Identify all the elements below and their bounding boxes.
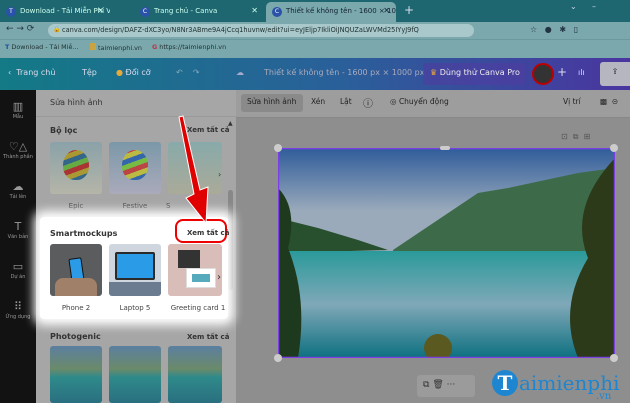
see-all-smartmockups[interactable]: Xem tất cả: [187, 229, 229, 237]
bookmark-download[interactable]: T Download - Tải Miễ...: [5, 43, 78, 51]
tab-favicon: C: [272, 7, 282, 17]
rail-elements[interactable]: ♡△ Thành phần: [0, 140, 36, 160]
minimize-button[interactable]: ⌄ –: [570, 2, 596, 11]
info-icon[interactable]: ⓘ: [363, 95, 373, 110]
section-photogenic: Photogenic: [50, 332, 101, 341]
tab-favicon: C: [140, 7, 150, 17]
resize-handle[interactable]: [440, 146, 450, 150]
canvas-image-lake[interactable]: [278, 148, 615, 358]
left-rail: ▥ Mẫu ♡△ Thành phần ☁ Tải lên T Văn bản ▭ Dự …: [0, 90, 36, 403]
rail-text[interactable]: T Văn bản: [0, 220, 36, 240]
photogenic-thumb[interactable]: [109, 346, 161, 403]
analytics-icon[interactable]: ılı: [578, 68, 585, 77]
edit-image-label: Sửa hình ảnh: [247, 97, 297, 106]
tab-canva-home[interactable]: C Trang chủ - Canva ✕: [134, 2, 264, 22]
upload-icon: ☁: [12, 180, 24, 193]
browser-extensions[interactable]: ☆ ● ✱ ▯: [530, 25, 578, 34]
element-actions[interactable]: ⧉ 🗑 ···: [417, 375, 475, 397]
filter-label: Epic: [68, 202, 84, 210]
tab-bar: TDownload - Tải Miễn Phí VN - Ph✕ CTrang…: [0, 0, 630, 22]
flip-button[interactable]: Lật: [340, 97, 352, 106]
mockup-label: Laptop 5: [119, 304, 151, 312]
resize-handle[interactable]: [610, 144, 618, 152]
mockup-laptop-5[interactable]: [109, 244, 161, 296]
url-field[interactable]: 🔒 canva.com/design/DAFZ-dXC3yo/N8Nr3ABme9…: [48, 24, 474, 37]
file-menu[interactable]: Tệp: [82, 68, 97, 77]
bookmark-taimienphi[interactable]: taimienphi.vn: [90, 43, 142, 52]
trash-icon: 🗑: [432, 380, 444, 390]
resize-handle[interactable]: [610, 354, 618, 362]
red-arrow-annotation: [178, 115, 209, 225]
lock-icon: 🔒: [53, 26, 61, 33]
tab-favicon: T: [6, 7, 16, 17]
mockup-phone-2[interactable]: [50, 244, 102, 296]
apps-icon: ⠿: [13, 300, 23, 313]
chevron-right-icon[interactable]: ›: [217, 272, 221, 283]
rail-projects[interactable]: ▭ Dự án: [0, 260, 36, 280]
panel-title: Sửa hình ảnh: [50, 98, 103, 107]
rail-apps[interactable]: ⠿ Ứng dụng: [0, 300, 36, 320]
watermark-logo: T aimienphi .vn: [492, 368, 627, 402]
filter-festive-thumb[interactable]: [109, 142, 161, 194]
chevron-right-icon[interactable]: ›: [218, 170, 221, 179]
close-icon[interactable]: ✕: [97, 6, 104, 15]
see-all-photogenic[interactable]: Xem tất cả: [187, 333, 229, 341]
close-icon[interactable]: ✕: [251, 6, 258, 15]
avatar[interactable]: [532, 63, 554, 85]
bookmark-https[interactable]: G https://taimienphi.vn: [152, 43, 226, 51]
photogenic-thumb[interactable]: [50, 346, 102, 403]
home-button[interactable]: ‹ Trang chủ: [8, 68, 55, 77]
scrollbar[interactable]: [228, 190, 233, 290]
design-title[interactable]: Thiết kế không tên - 1600 px × 1000 px: [264, 68, 425, 77]
filter-label: Festive: [122, 202, 148, 210]
rail-uploads[interactable]: ☁ Tải lên: [0, 180, 36, 200]
cloud-save-icon: ☁: [236, 68, 244, 77]
transparency-icon[interactable]: ▩ ⊝: [600, 97, 618, 106]
close-icon[interactable]: ✕: [383, 6, 390, 15]
rail-templates[interactable]: ▥ Mẫu: [0, 100, 36, 120]
share-button[interactable]: ⇪: [600, 62, 630, 86]
new-tab-button[interactable]: +: [404, 3, 414, 17]
mockup-label: Greeting card 1: [170, 304, 226, 312]
duplicate-icon: ⧉: [423, 380, 430, 390]
section-smartmockups: Smartmockups: [50, 229, 118, 238]
template-icon: ▥: [12, 100, 24, 113]
undo-redo[interactable]: ↶ ↷: [176, 68, 200, 77]
mockup-label: Phone 2: [61, 304, 91, 312]
crown-icon: ♛: [430, 68, 438, 77]
resize-handle[interactable]: [274, 144, 282, 152]
elements-icon: ♡△: [8, 140, 28, 153]
photogenic-thumb[interactable]: [168, 346, 222, 403]
resize-handle[interactable]: [274, 354, 282, 362]
crop-button[interactable]: Xén: [311, 97, 325, 106]
canvas-actions[interactable]: ⊡ ⧉ ⊞: [561, 132, 590, 142]
animate-button[interactable]: ◎ Chuyển động: [390, 97, 449, 106]
nav-buttons[interactable]: ← → ⟳: [6, 24, 34, 34]
filter-epic-thumb[interactable]: [50, 142, 102, 194]
tab-canva-design[interactable]: C Thiết kế không tên - 1600 × 1000 ✕: [266, 2, 396, 22]
position-button[interactable]: Vị trí: [563, 97, 581, 106]
add-member-button[interactable]: +: [557, 65, 567, 79]
resize-button[interactable]: ● Đổi cỡ: [116, 68, 151, 77]
section-filters: Bộ lọc: [50, 126, 78, 135]
folder-icon: ▭: [12, 260, 24, 273]
tab-download[interactable]: TDownload - Tải Miễn Phí VN - Ph✕: [0, 2, 110, 22]
text-icon: T: [14, 220, 22, 233]
more-icon: ···: [446, 380, 456, 390]
mockup-greeting-card-1[interactable]: [168, 244, 222, 296]
